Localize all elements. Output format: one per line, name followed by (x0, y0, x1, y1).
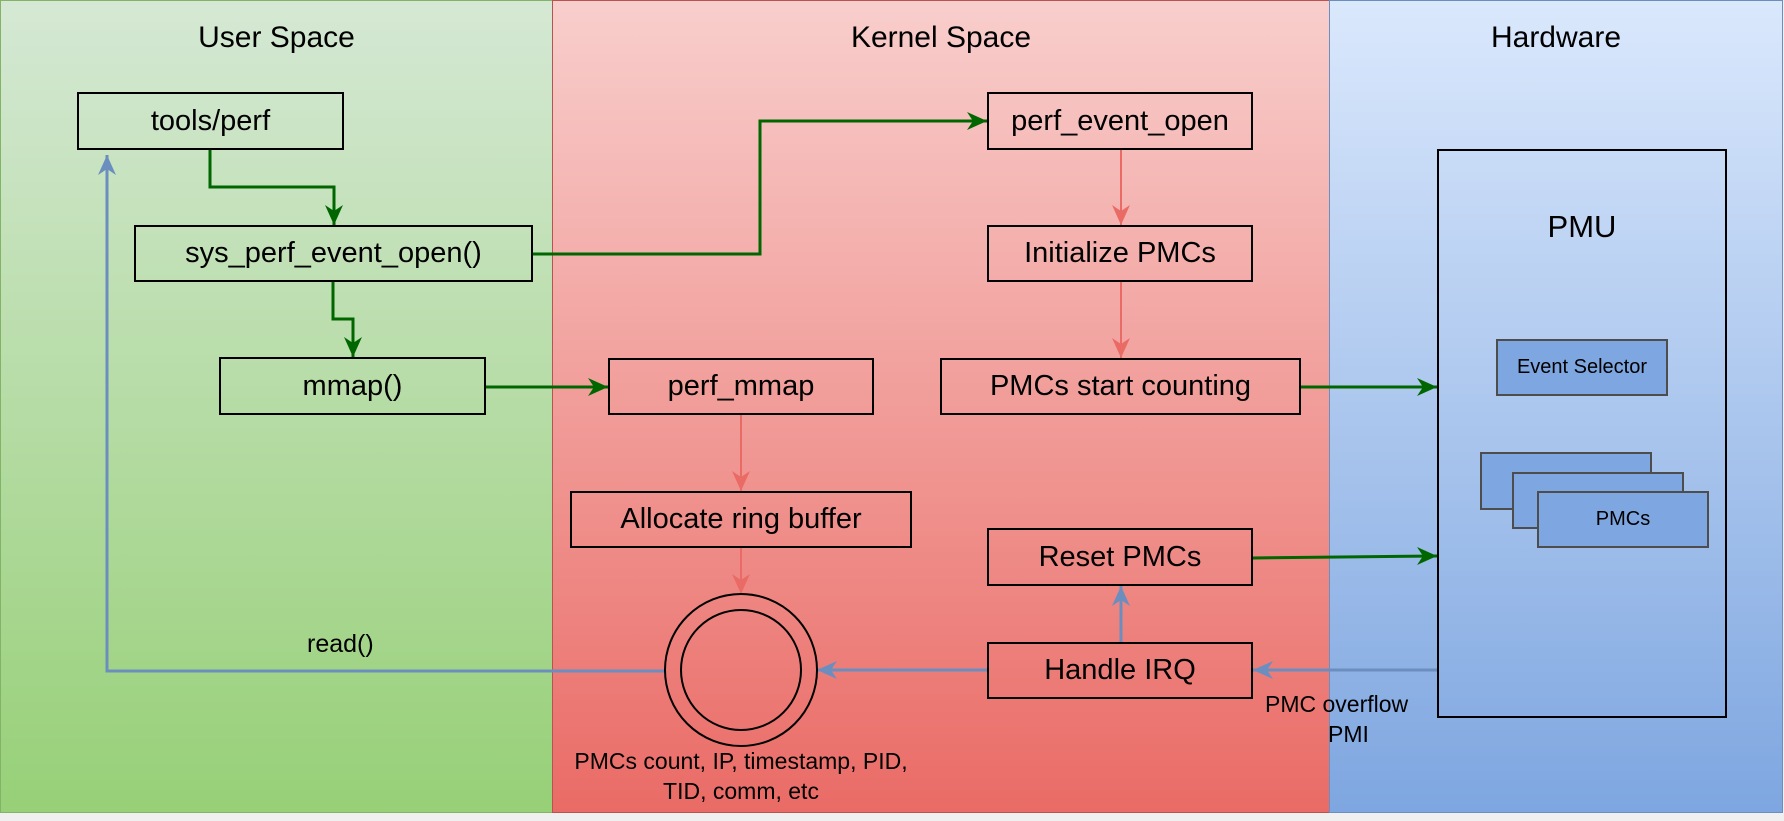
lane-title-user-space: User Space (198, 21, 355, 54)
node-event-selector[interactable]: Event Selector (1496, 339, 1668, 396)
node-perf-event-open[interactable]: perf_event_open (987, 92, 1253, 150)
lane-title-hardware: Hardware (1490, 21, 1622, 54)
node-tools-perf[interactable]: tools/perf (77, 92, 344, 150)
ring-buffer-caption: PMCs count, IP, timestamp, PID, TID, com… (561, 746, 921, 806)
node-mmap[interactable]: mmap() (219, 357, 486, 415)
node-sys-perf-event-open[interactable]: sys_perf_event_open() (134, 225, 533, 282)
ring-buffer-caption-line1: PMCs count, IP, timestamp, PID, (574, 748, 908, 774)
node-pmcs-start-counting[interactable]: PMCs start counting (940, 358, 1301, 415)
edge-label-read: read() (307, 630, 374, 658)
node-initialize-pmcs[interactable]: Initialize PMCs (987, 225, 1253, 282)
lane-title-kernel-space: Kernel Space (850, 21, 1032, 54)
node-perf-mmap[interactable]: perf_mmap (608, 358, 874, 415)
edge-label-pmi: PMI (1328, 721, 1369, 747)
edge-label-pmc-overflow: PMC overflow (1265, 691, 1409, 717)
node-allocate-ring-buffer[interactable]: Allocate ring buffer (570, 491, 912, 548)
node-pmcs[interactable]: PMCs (1537, 491, 1709, 548)
node-handle-irq[interactable]: Handle IRQ (987, 642, 1253, 699)
ring-buffer-caption-line2: TID, comm, etc (663, 778, 819, 804)
node-pmu[interactable]: PMU (1437, 149, 1727, 718)
node-reset-pmcs[interactable]: Reset PMCs (987, 528, 1253, 586)
pmu-title: PMU (1547, 209, 1617, 244)
